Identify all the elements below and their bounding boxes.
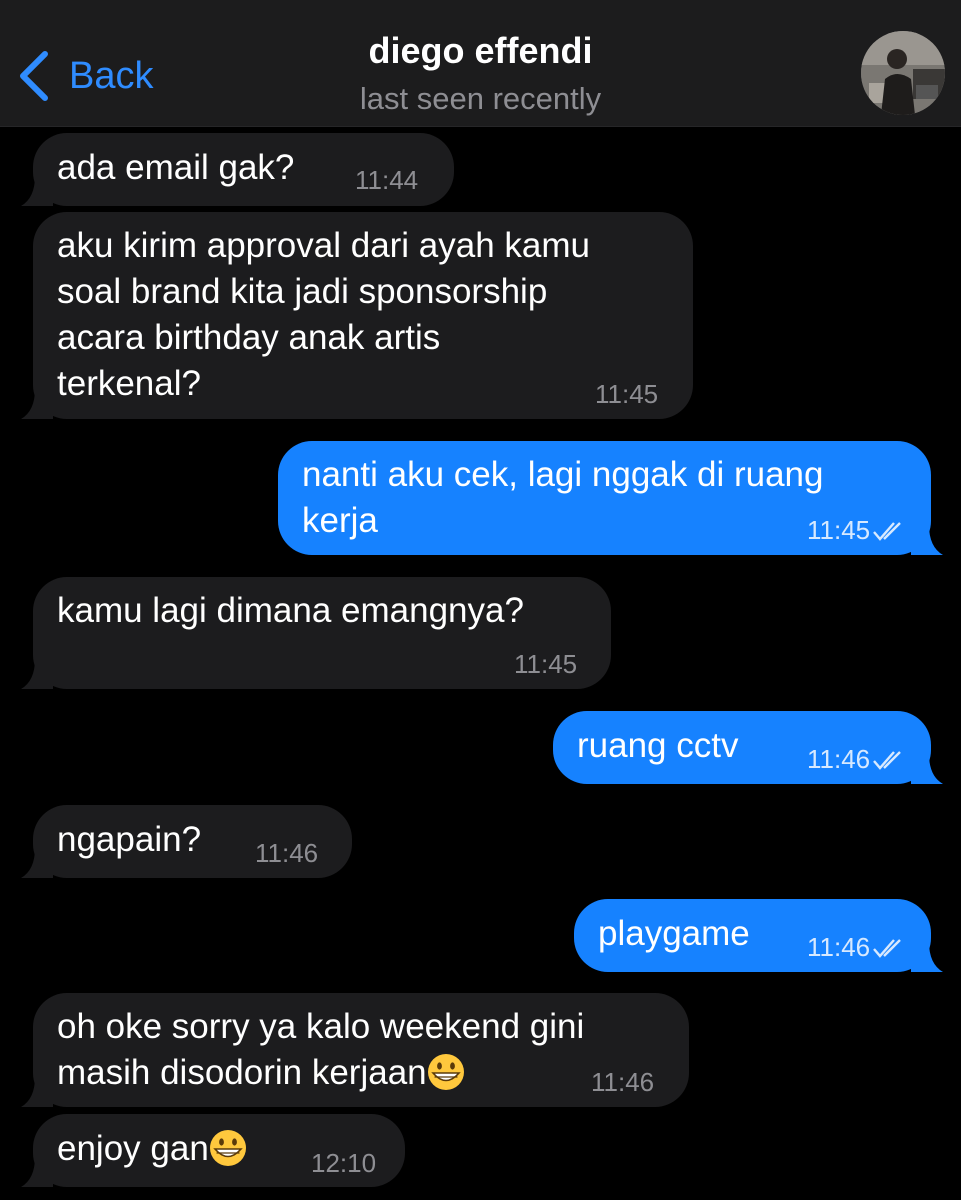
bubble-tail (21, 1157, 53, 1187)
message-time: 11:46 (807, 932, 906, 963)
grinning-face-icon (427, 1054, 464, 1090)
bubble-tail (21, 176, 53, 206)
bubble-tail (911, 754, 943, 784)
message-text: ada email gak? (57, 148, 295, 187)
message-text: ngapain? (57, 820, 202, 859)
message-bubble-incoming[interactable]: kamu lagi dimana emangnya? 11:45 (21, 577, 611, 689)
double-check-icon (873, 938, 901, 958)
message-text: enjoy gan (57, 1126, 247, 1172)
contact-name[interactable]: diego effendi (0, 30, 961, 72)
message-time: 11:44 (355, 165, 419, 195)
message-text: kamu lagi dimana emangnya? (57, 591, 524, 630)
bubble-tail (21, 659, 53, 689)
bubble-tail (911, 525, 943, 555)
bubble-tail (911, 942, 943, 972)
message-time: 11:45 (514, 649, 578, 679)
contact-status: last seen recently (359, 81, 602, 116)
message-text: aku kirim approval dari ayah kamu soal b… (57, 226, 591, 403)
double-check-icon (873, 750, 901, 770)
message-line: oh oke sorry ya kalo weekend gini (57, 1007, 585, 1046)
message-line: masih disodorin kerjaan (57, 1053, 427, 1092)
chat-header: Back diego effendi last seen recently (0, 0, 961, 127)
message-bubble-incoming[interactable]: ngapain? 11:46 (21, 805, 352, 878)
message-time: 11:46 (255, 838, 319, 868)
message-time: 11:46 (591, 1067, 655, 1097)
message-bubble-incoming[interactable]: oh oke sorry ya kalo weekend gini masih … (21, 993, 689, 1107)
message-bubble-incoming[interactable]: enjoy gan 12:10 (21, 1114, 405, 1187)
message-bubble-outgoing[interactable]: nanti aku cek, lagi nggak di ruang kerja… (278, 441, 943, 555)
message-text: nanti aku cek, lagi nggak di ruang kerja (302, 455, 824, 540)
message-time: 12:10 (311, 1148, 377, 1178)
message-bubble-incoming[interactable]: aku kirim approval dari ayah kamu soal b… (21, 212, 693, 419)
time-label: 11:46 (807, 932, 871, 962)
message-line: enjoy gan (57, 1129, 209, 1168)
bubble-tail (21, 848, 53, 878)
bubble-tail (21, 1077, 53, 1107)
avatar[interactable] (861, 31, 945, 115)
double-check-icon (873, 521, 901, 541)
bubble-tail (21, 389, 53, 419)
message-time: 11:46 (807, 744, 906, 775)
time-label: 11:46 (807, 744, 871, 774)
message-bubble-incoming[interactable]: ada email gak? 11:44 (21, 133, 454, 206)
message-time: 11:45 (807, 515, 906, 546)
time-label: 11:45 (807, 515, 871, 545)
message-bubble-outgoing[interactable]: playgame 11:46 (574, 899, 943, 972)
message-text: playgame (598, 914, 750, 953)
message-time: 11:45 (595, 379, 659, 409)
grinning-face-icon (209, 1130, 246, 1166)
message-text: ruang cctv (577, 726, 739, 765)
message-text: oh oke sorry ya kalo weekend gini masih … (57, 1004, 584, 1096)
message-bubble-outgoing[interactable]: ruang cctv 11:46 (553, 711, 943, 784)
